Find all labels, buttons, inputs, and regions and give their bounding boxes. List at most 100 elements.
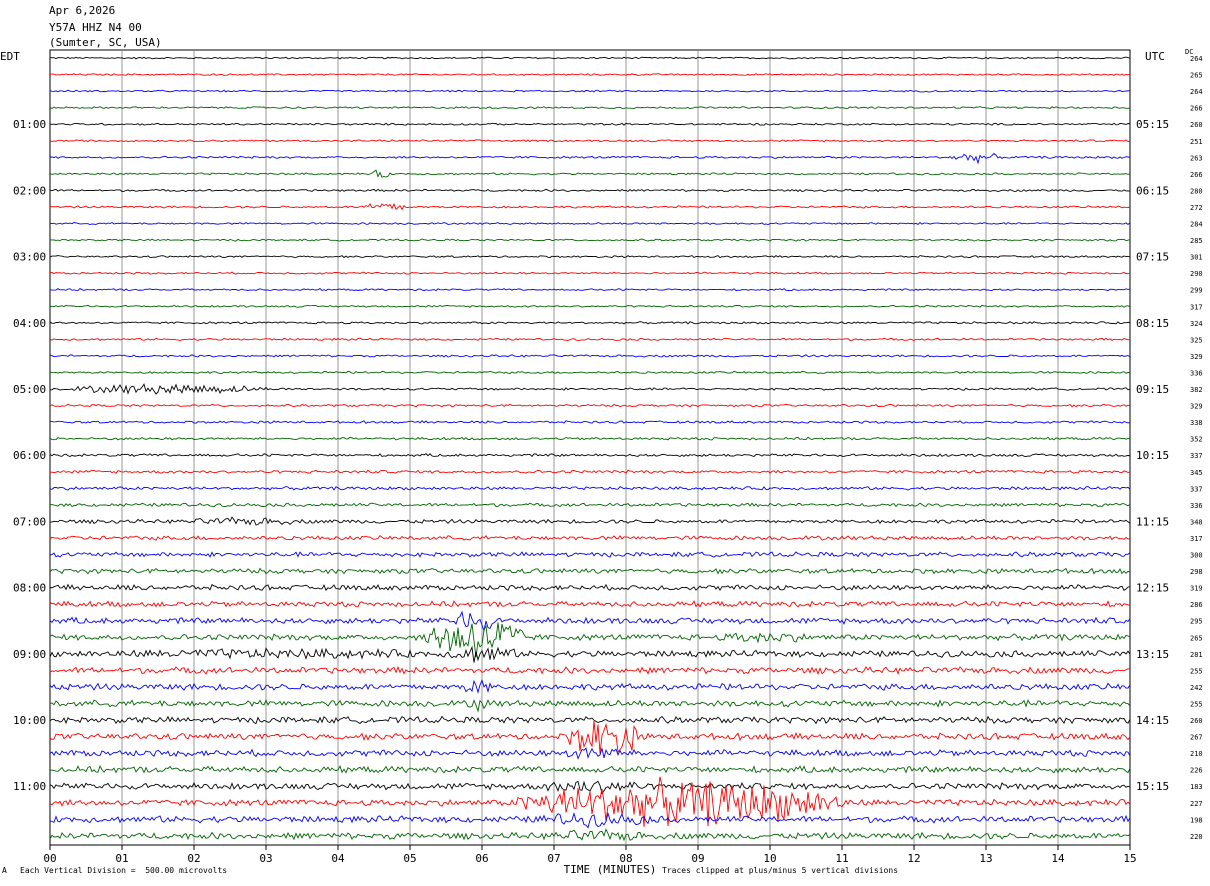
dc-offset-label: 336 — [1190, 369, 1203, 377]
seismic-trace — [49, 678, 1131, 694]
seismic-trace — [49, 764, 1131, 774]
x-tick-label: 02 — [187, 852, 200, 865]
left-hour-label: 11:00 — [13, 780, 46, 793]
plot-frame — [49, 49, 1131, 846]
seismic-trace — [49, 436, 1131, 441]
right-hour-label: 05:15 — [1136, 118, 1169, 131]
dc-offset-label: 382 — [1190, 386, 1203, 394]
dc-offset-label: 286 — [1190, 601, 1203, 609]
seismic-trace — [49, 337, 1131, 342]
left-hour-label: 05:00 — [13, 383, 46, 396]
x-tick-label: 06 — [475, 852, 488, 865]
seismic-trace — [50, 502, 1131, 508]
dc-offset-label: 227 — [1190, 800, 1203, 808]
dc-offset-label: 317 — [1190, 303, 1203, 311]
dc-offset-label: 299 — [1190, 287, 1203, 295]
dc-offset-label: 263 — [1190, 154, 1203, 162]
right-hour-label: 07:15 — [1136, 251, 1169, 264]
dc-offset-label: 280 — [1190, 187, 1203, 195]
seismic-trace — [49, 122, 1131, 126]
dc-offset-label: 266 — [1190, 171, 1203, 179]
seismic-trace — [49, 780, 1131, 795]
seismic-trace — [49, 516, 1131, 526]
dc-offset-label: 220 — [1190, 833, 1203, 841]
dc-offset-label: 255 — [1190, 667, 1203, 675]
x-tick-label: 04 — [331, 852, 345, 865]
dc-offset-label: 265 — [1190, 72, 1203, 80]
seismic-trace — [49, 567, 1131, 575]
seismic-trace — [49, 221, 1131, 225]
dc-offset-label: 260 — [1190, 121, 1203, 129]
dc-offset-label: 348 — [1190, 518, 1203, 526]
x-tick-label: 03 — [259, 852, 272, 865]
seismic-trace — [49, 321, 1131, 325]
dc-offset-label: 267 — [1190, 734, 1203, 742]
seismic-trace — [49, 188, 1131, 193]
dc-offset-label: 324 — [1190, 320, 1203, 328]
seismic-trace — [49, 453, 1131, 458]
seismic-trace — [50, 469, 1131, 474]
seismic-trace — [49, 665, 1131, 675]
x-tick-label: 15 — [1123, 852, 1136, 865]
dc-offset-label: 210 — [1190, 750, 1203, 758]
dc-offset-label: 338 — [1190, 419, 1203, 427]
x-tick-label: 10 — [763, 852, 776, 865]
seismic-trace — [49, 106, 1131, 110]
seismic-trace — [49, 383, 1131, 395]
seismic-trace — [49, 811, 1131, 829]
seismic-trace — [49, 720, 1131, 754]
dc-offset-label: 329 — [1190, 353, 1203, 361]
dc-offset-label: 301 — [1190, 254, 1203, 262]
seismic-trace — [49, 139, 1131, 143]
x-tick-label: 09 — [691, 852, 704, 865]
seismic-trace — [49, 828, 1131, 842]
seismic-trace — [49, 699, 1131, 713]
dc-offset-label: 260 — [1190, 717, 1203, 725]
dc-offset-label: 242 — [1190, 684, 1203, 692]
right-hour-label: 09:15 — [1136, 383, 1169, 396]
left-hour-label: 08:00 — [13, 582, 46, 595]
seismic-trace — [49, 610, 1131, 633]
seismic-trace — [49, 715, 1131, 725]
x-tick-label: 05 — [403, 852, 416, 865]
x-tick-label: 07 — [547, 852, 560, 865]
seismic-trace — [49, 56, 1131, 60]
seismic-trace — [49, 486, 1131, 491]
dc-offset-label: 337 — [1190, 452, 1203, 460]
dc-offset-label: 251 — [1190, 138, 1203, 146]
dc-offset-label: 298 — [1190, 568, 1203, 576]
x-tick-label: 14 — [1051, 852, 1065, 865]
seismic-trace — [49, 622, 1131, 658]
dc-offset-label: 281 — [1190, 651, 1203, 659]
dc-offset-label: 264 — [1190, 55, 1203, 63]
dc-offset-label: 300 — [1190, 552, 1203, 560]
dc-offset-label: 255 — [1190, 700, 1203, 708]
seismic-trace — [49, 288, 1131, 292]
right-hour-label: 10:15 — [1136, 449, 1169, 462]
dc-offset-label: 272 — [1190, 204, 1203, 212]
left-hour-label: 01:00 — [13, 118, 46, 131]
left-hour-label: 09:00 — [13, 648, 46, 661]
seismic-trace — [49, 152, 1131, 165]
seismic-trace — [49, 354, 1131, 358]
left-hour-label: 02:00 — [13, 184, 46, 197]
left-hour-label: 04:00 — [13, 317, 46, 330]
dc-offset-label: 290 — [1190, 270, 1203, 278]
x-tick-label: 01 — [115, 852, 128, 865]
seismic-trace — [50, 238, 1131, 242]
seismic-trace — [49, 255, 1131, 259]
seismic-trace — [49, 534, 1130, 541]
left-hour-label: 03:00 — [13, 251, 46, 264]
right-hour-label: 11:15 — [1136, 515, 1169, 528]
seismic-trace — [49, 73, 1131, 76]
seismic-trace — [49, 169, 1131, 178]
left-hour-label: 07:00 — [13, 515, 46, 528]
seismic-trace — [49, 583, 1131, 592]
x-tick-label: 00 — [43, 852, 56, 865]
seismic-trace — [49, 271, 1131, 275]
dc-offset-label: 198 — [1190, 816, 1203, 824]
seismic-trace — [49, 370, 1131, 375]
dc-offset-label: 264 — [1190, 88, 1203, 96]
right-hour-label: 15:15 — [1136, 780, 1169, 793]
right-hour-label: 14:15 — [1136, 714, 1169, 727]
